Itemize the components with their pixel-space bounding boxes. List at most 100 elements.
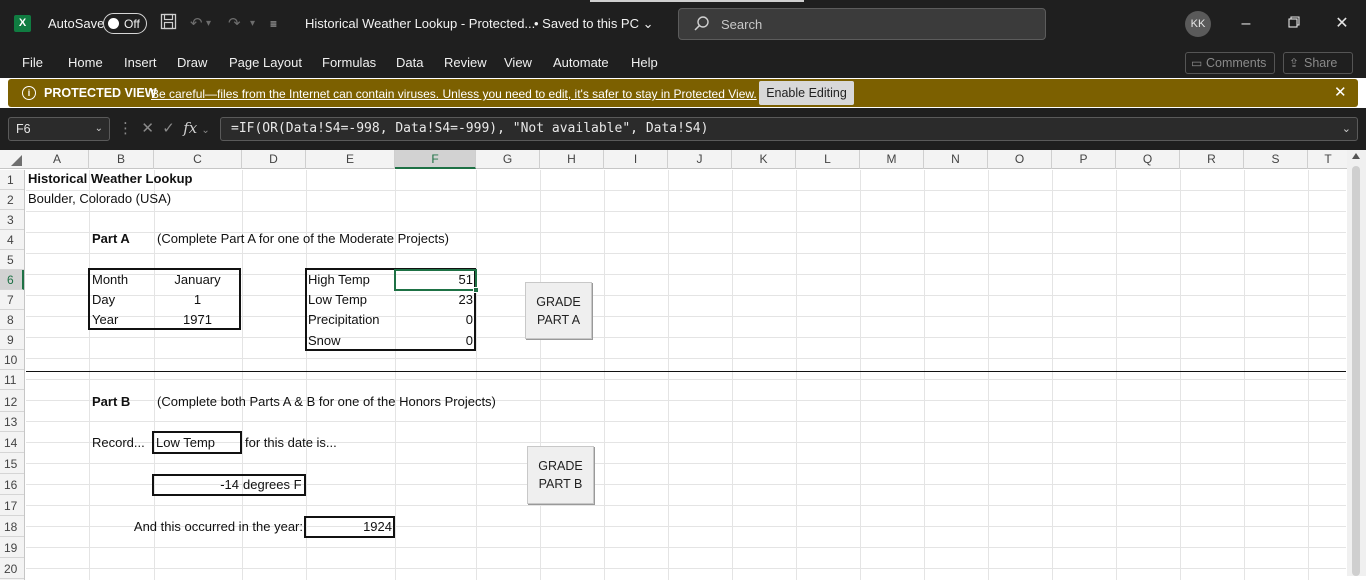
- row-header-18[interactable]: 18: [0, 517, 24, 537]
- menu-help[interactable]: Help: [631, 55, 658, 70]
- menu-draw[interactable]: Draw: [177, 55, 207, 70]
- save-icon[interactable]: [160, 13, 177, 35]
- cell-c4-part-a-desc[interactable]: (Complete Part A for one of the Moderate…: [157, 229, 449, 249]
- col-header-o[interactable]: O: [988, 150, 1052, 169]
- cell-c14-record-type[interactable]: Low Temp: [156, 433, 215, 453]
- comments-button[interactable]: ▭ Comments: [1185, 52, 1275, 74]
- row-header-3[interactable]: 3: [0, 210, 24, 230]
- restore-button[interactable]: [1282, 12, 1306, 36]
- col-header-a[interactable]: A: [26, 150, 89, 169]
- redo-dropdown-icon[interactable]: ▾: [250, 13, 255, 35]
- row-header-4[interactable]: 4: [0, 230, 24, 250]
- row-header-13[interactable]: 13: [0, 412, 24, 432]
- menu-formulas[interactable]: Formulas: [322, 55, 376, 70]
- cell-e7-low-label[interactable]: Low Temp: [308, 290, 367, 310]
- menu-file[interactable]: File: [22, 55, 43, 70]
- col-header-d[interactable]: D: [242, 150, 306, 169]
- cell-d14-record-suffix[interactable]: for this date is...: [245, 433, 337, 453]
- user-avatar[interactable]: KK: [1185, 11, 1211, 37]
- row-header-20[interactable]: 20: [0, 559, 24, 579]
- col-header-q[interactable]: Q: [1116, 150, 1180, 169]
- cell-b7-day-label[interactable]: Day: [92, 290, 115, 310]
- row-header-9[interactable]: 9: [0, 330, 24, 350]
- cell-a1-title[interactable]: Historical Weather Lookup: [28, 169, 192, 189]
- cell-c12-part-b-desc[interactable]: (Complete both Parts A & B for one of th…: [157, 392, 496, 412]
- cell-c6-month-value[interactable]: January: [154, 270, 241, 290]
- check-icon[interactable]: ✓: [162, 120, 175, 137]
- cancel-icon[interactable]: ✕: [141, 120, 154, 137]
- vertical-scrollbar[interactable]: [1347, 150, 1366, 576]
- col-header-r[interactable]: R: [1180, 150, 1244, 169]
- row-header-14[interactable]: 14: [0, 433, 24, 453]
- cell-b6-month-label[interactable]: Month: [92, 270, 128, 290]
- col-header-n[interactable]: N: [924, 150, 988, 169]
- menu-home[interactable]: Home: [68, 55, 103, 70]
- fx-dropdown-icon[interactable]: ⌄: [201, 125, 209, 136]
- close-window-button[interactable]: ✕: [1330, 12, 1354, 36]
- row-header-1[interactable]: 1: [0, 170, 24, 190]
- cell-b14-record-label[interactable]: Record...: [92, 433, 145, 453]
- cell-b18-year-prompt[interactable]: And this occurred in the year:: [89, 517, 303, 537]
- cell-f9-snow-value[interactable]: 0: [395, 331, 473, 351]
- col-header-f[interactable]: F: [395, 150, 476, 169]
- menu-data[interactable]: Data: [396, 55, 423, 70]
- search-box[interactable]: Search: [678, 8, 1046, 40]
- cell-b4-part-a[interactable]: Part A: [92, 229, 130, 249]
- close-icon[interactable]: ✕: [1334, 83, 1347, 101]
- col-header-s[interactable]: S: [1244, 150, 1308, 169]
- menu-page-layout[interactable]: Page Layout: [229, 55, 302, 70]
- col-header-m[interactable]: M: [860, 150, 924, 169]
- share-button[interactable]: ⇪ Share: [1283, 52, 1353, 74]
- row-header-8[interactable]: 8: [0, 310, 24, 330]
- grade-part-a-button[interactable]: GRADE PART A: [525, 282, 592, 339]
- enable-editing-button[interactable]: Enable Editing: [759, 81, 854, 105]
- menu-review[interactable]: Review: [444, 55, 487, 70]
- col-header-e[interactable]: E: [306, 150, 395, 169]
- cell-b12-part-b[interactable]: Part B: [92, 392, 130, 412]
- insert-function-icon[interactable]: fx: [183, 119, 197, 137]
- row-header-10[interactable]: 10: [0, 350, 24, 370]
- autosave-toggle[interactable]: Off: [103, 13, 147, 34]
- save-status[interactable]: • Saved to this PC ⌄: [534, 16, 654, 32]
- formula-input[interactable]: =IF(OR(Data!S4=-998, Data!S4=-999), "Not…: [220, 117, 1358, 141]
- row-header-15[interactable]: 15: [0, 454, 24, 474]
- row-header-11[interactable]: 11: [0, 370, 24, 390]
- cell-e6-high-label[interactable]: High Temp: [308, 270, 370, 290]
- cell-a2-location[interactable]: Boulder, Colorado (USA): [28, 189, 171, 209]
- undo-dropdown-icon[interactable]: ▾: [206, 13, 211, 35]
- menu-insert[interactable]: Insert: [124, 55, 157, 70]
- row-header-19[interactable]: 19: [0, 538, 24, 558]
- cell-e9-snow-label[interactable]: Snow: [308, 331, 341, 351]
- worksheet[interactable]: A B C D E F G H I J K L M N O P Q R S T …: [0, 150, 1366, 580]
- row-header-17[interactable]: 17: [0, 496, 24, 516]
- grade-part-b-button[interactable]: GRADE PART B: [527, 446, 594, 504]
- cell-c8-year-value[interactable]: 1971: [154, 310, 241, 330]
- row-header-5[interactable]: 5: [0, 250, 24, 270]
- col-header-h[interactable]: H: [540, 150, 604, 169]
- cell-c16-record-value[interactable]: -14: [154, 475, 239, 495]
- scroll-up-icon[interactable]: [1352, 153, 1360, 159]
- col-header-k[interactable]: K: [732, 150, 796, 169]
- row-header-2[interactable]: 2: [0, 190, 24, 210]
- cell-c7-day-value[interactable]: 1: [154, 290, 241, 310]
- protected-view-message[interactable]: Be careful—files from the Internet can c…: [151, 87, 757, 101]
- cell-e8-precip-label[interactable]: Precipitation: [308, 310, 380, 330]
- cell-d16-record-unit[interactable]: degrees F: [243, 475, 302, 495]
- name-box[interactable]: F6 ⌄: [8, 117, 110, 141]
- col-header-c[interactable]: C: [154, 150, 242, 169]
- menu-view[interactable]: View: [504, 55, 532, 70]
- row-header-7[interactable]: 7: [0, 290, 24, 310]
- row-header-6[interactable]: 6: [0, 270, 24, 290]
- col-header-l[interactable]: L: [796, 150, 860, 169]
- col-header-p[interactable]: P: [1052, 150, 1116, 169]
- document-title[interactable]: Historical Weather Lookup - Protected...: [305, 16, 535, 31]
- scrollbar-thumb[interactable]: [1352, 166, 1360, 576]
- select-all-button[interactable]: [0, 150, 25, 169]
- minimize-button[interactable]: –: [1234, 12, 1258, 36]
- cell-b8-year-label[interactable]: Year: [92, 310, 118, 330]
- col-header-g[interactable]: G: [476, 150, 540, 169]
- col-header-b[interactable]: B: [89, 150, 154, 169]
- menu-automate[interactable]: Automate: [553, 55, 609, 70]
- expand-formula-icon[interactable]: ⌄: [1342, 118, 1351, 140]
- col-header-i[interactable]: I: [604, 150, 668, 169]
